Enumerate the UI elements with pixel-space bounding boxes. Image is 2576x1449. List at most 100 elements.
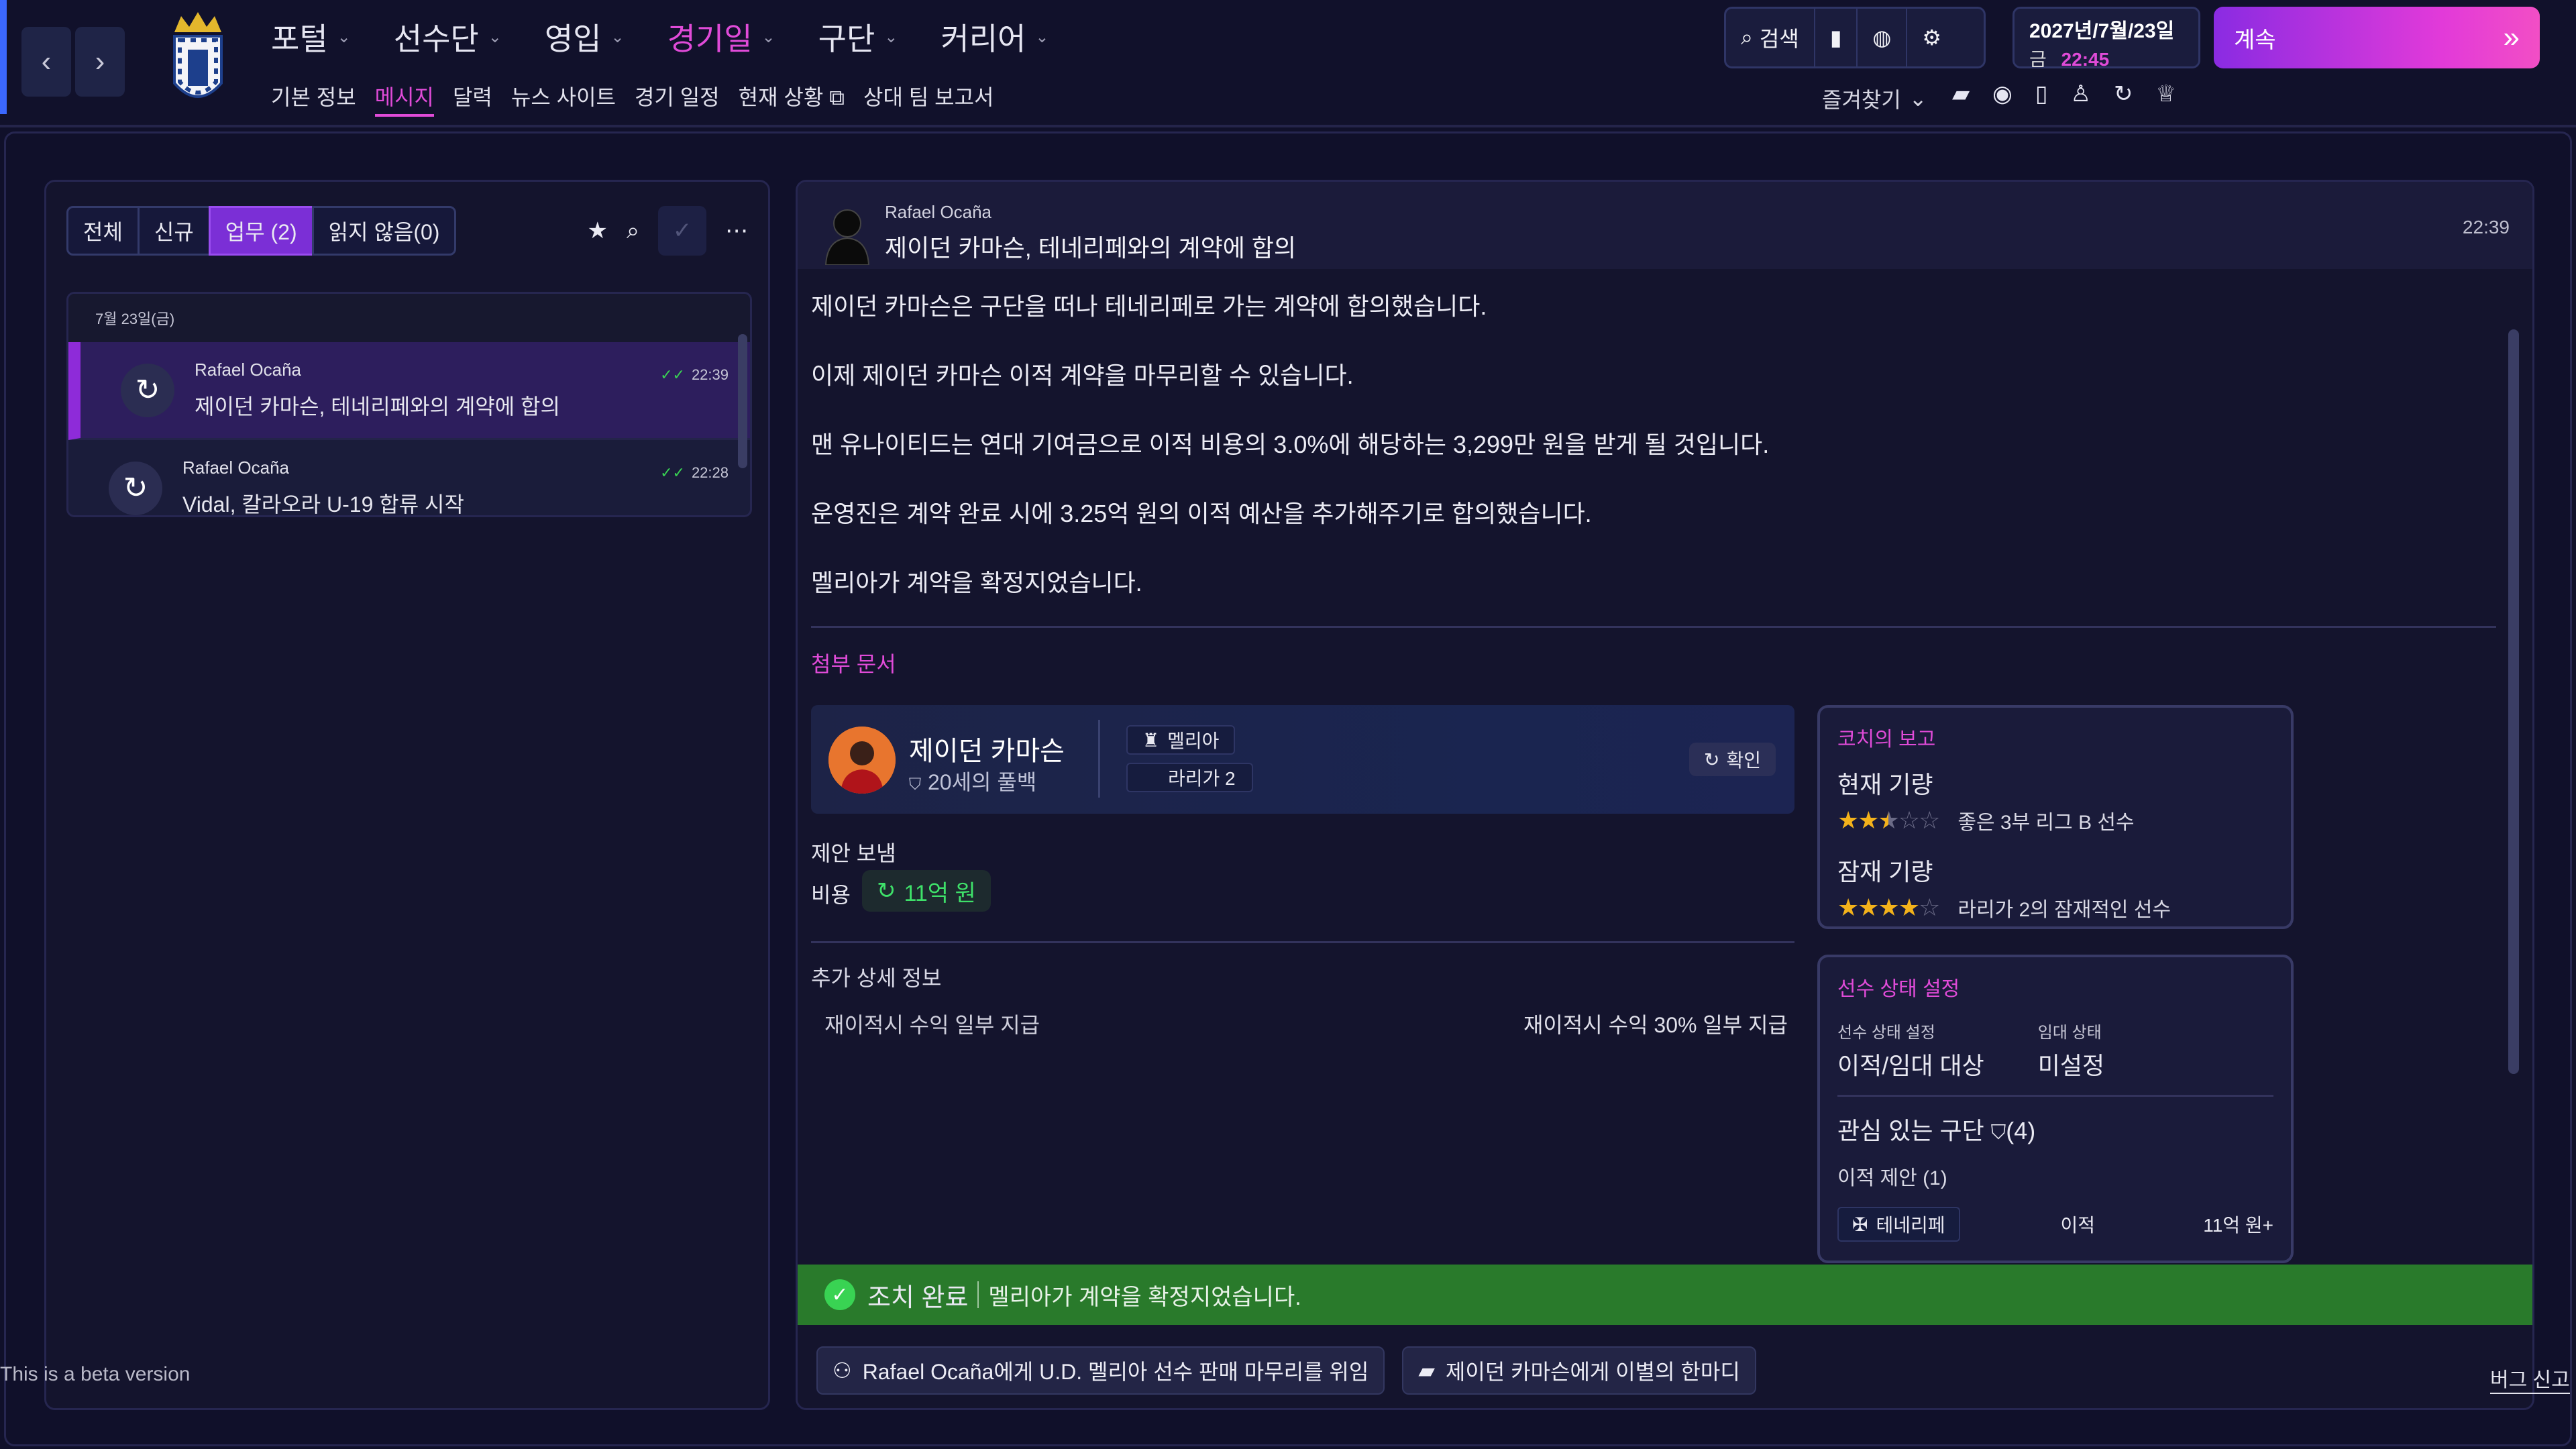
potential-ability-text: 라리가 2의 잠재적인 선수 bbox=[1957, 899, 2171, 921]
list-item[interactable]: ↻ Rafael Ocaña 제이던 카마슨, 테네리페와의 계약에 합의 ✓✓… bbox=[68, 342, 750, 440]
club-badge[interactable]: ♜ 멜리아 bbox=[1126, 725, 1236, 755]
sell-on-value: 재이적시 수익 30% 일부 지급 bbox=[1523, 1013, 1788, 1037]
external-link-icon: ⧉ bbox=[829, 85, 845, 109]
staff-icon[interactable]: ♙ bbox=[2071, 80, 2091, 107]
extra-details-title: 추가 상세 정보 bbox=[811, 966, 942, 990]
divider bbox=[811, 941, 1794, 943]
bug-report-link[interactable]: 버그 신고 bbox=[2490, 1363, 2570, 1394]
refresh-icon: ↻ bbox=[877, 878, 896, 904]
globe-icon: ◍ bbox=[1872, 25, 1892, 50]
favorites-dropdown[interactable]: 즐겨찾기 ⌄ bbox=[1822, 83, 1927, 114]
player-card[interactable]: 제이던 카마슨 ⛉ 20세의 풀백 ♜ 멜리아 라리가 2 ↻ 확인 bbox=[811, 705, 1794, 814]
settings-button[interactable]: ⚙ bbox=[1907, 9, 1956, 66]
date-line: 2027년/7월/23일 bbox=[2029, 20, 2175, 42]
accent-strip bbox=[0, 0, 7, 114]
forward-button[interactable]: › bbox=[75, 27, 125, 97]
menu-transfers[interactable]: 영입 ⌄ bbox=[545, 15, 625, 59]
notes-button[interactable]: ▮ bbox=[1815, 9, 1858, 66]
toolbox: ⌕ 검색 ▮ ◍ ⚙ bbox=[1724, 7, 1986, 68]
note-icon: ▮ bbox=[1829, 25, 1842, 50]
chevron-down-icon: ⌄ bbox=[1035, 28, 1049, 46]
beta-notice: This is a beta version bbox=[0, 1363, 191, 1385]
list-scrollbar[interactable] bbox=[738, 334, 747, 468]
document-icon[interactable]: ▯ bbox=[2035, 80, 2048, 107]
shirt-icon[interactable]: ◉ bbox=[1992, 80, 2012, 107]
divider bbox=[977, 1281, 979, 1308]
submenu-fixtures[interactable]: 경기 일정 bbox=[635, 80, 720, 117]
potential-ability-stars: ★★★★☆ bbox=[1837, 894, 1940, 921]
chevron-down-icon: ⌄ bbox=[610, 28, 625, 46]
action-buttons: ⚇ Rafael Ocaña에게 U.D. 멜리아 선수 판매 마무리를 위임 ▰… bbox=[816, 1346, 1756, 1395]
offer-row[interactable]: ✠ 테네리페 이적 11억 원+ bbox=[1837, 1207, 2273, 1242]
league-badge[interactable]: 라리가 2 bbox=[1126, 763, 1253, 792]
player-description: 20세의 풀백 bbox=[928, 770, 1037, 794]
submenu-news[interactable]: 뉴스 사이트 bbox=[511, 80, 616, 117]
star-icon[interactable]: ★ bbox=[587, 217, 607, 244]
chevron-down-icon: ⌄ bbox=[337, 28, 351, 46]
search-icon[interactable]: ⌕ bbox=[627, 218, 639, 244]
list-item[interactable]: ↻ Rafael Ocaña Vidal, 칼라오라 U-19 합류 시작 ✓✓… bbox=[68, 440, 750, 515]
chevron-down-icon: ⌄ bbox=[884, 28, 898, 46]
offer-club[interactable]: ✠ 테네리페 bbox=[1837, 1207, 1960, 1242]
transfer-offers-label: 이적 제안 (1) bbox=[1837, 1167, 1947, 1189]
clock-time: 22:45 bbox=[2061, 49, 2110, 70]
body-paragraph: 이제 제이던 카마슨 이적 계약을 마무리할 수 있습니다. bbox=[811, 362, 1354, 389]
confirm-button[interactable]: ↻ 확인 bbox=[1689, 743, 1776, 776]
coach-report-title: 코치의 보고 bbox=[1837, 729, 1936, 751]
message-view: Rafael Ocaña 제이던 카마슨, 테네리페와의 계약에 합의 22:3… bbox=[796, 180, 2534, 1410]
submenu-calendar[interactable]: 달력 bbox=[453, 80, 492, 117]
back-button[interactable]: ‹ bbox=[21, 27, 71, 97]
menu-squad[interactable]: 선수단 ⌄ bbox=[394, 15, 502, 59]
body-paragraph: 운영진은 계약 완료 시에 3.25억 원의 이적 예산을 추가해주기로 합의했… bbox=[811, 500, 1592, 527]
action-text: 멜리아가 계약을 확정지었습니다. bbox=[988, 1284, 1301, 1310]
interested-clubs[interactable]: 관심 있는 구단 ⛉(4) bbox=[1837, 1112, 2273, 1146]
menu-matchday[interactable]: 경기일 ⌄ bbox=[667, 15, 775, 59]
submenu-overview[interactable]: 기본 정보 bbox=[271, 80, 356, 117]
search-button[interactable]: ⌕ 검색 bbox=[1726, 9, 1815, 66]
player-status-title: 선수 상태 설정 bbox=[1837, 978, 1960, 1000]
main-menu: 포털 ⌄ 선수단 ⌄ 영입 ⌄ 경기일 ⌄ 구단 ⌄ 커리어 ⌄ bbox=[271, 15, 1049, 59]
submenu-messages[interactable]: 메시지 bbox=[374, 80, 434, 117]
club-logo[interactable] bbox=[161, 9, 235, 117]
date-display[interactable]: 2027년/7월/23일 금 22:45 bbox=[2012, 7, 2200, 70]
refresh-icon: ↻ bbox=[109, 461, 162, 515]
more-icon[interactable]: ⋯ bbox=[725, 217, 748, 244]
check-icon: ✓ bbox=[672, 218, 692, 244]
chat-icon[interactable]: ▰ bbox=[1952, 80, 1970, 107]
club-crest-icon: ✠ bbox=[1852, 1214, 1868, 1235]
tab-tasks[interactable]: 업무 (2) bbox=[208, 206, 314, 256]
delegate-sale-button[interactable]: ⚇ Rafael Ocaña에게 U.D. 멜리아 선수 판매 마무리를 위임 bbox=[816, 1346, 1385, 1395]
sender-avatar bbox=[824, 209, 870, 265]
message-time: 22:39 bbox=[2462, 217, 2510, 237]
action-done-label: 조치 완료 bbox=[867, 1283, 969, 1312]
tab-unread[interactable]: 읽지 않음(0) bbox=[311, 206, 457, 256]
trophy-icon[interactable]: ♕ bbox=[2156, 80, 2176, 107]
menu-career[interactable]: 커리어 ⌄ bbox=[941, 15, 1049, 59]
action-complete-bar: ✓ 조치 완료 멜리아가 계약을 확정지었습니다. bbox=[798, 1265, 2532, 1325]
inbox-tools: ★ ⌕ ✓ ⋯ bbox=[587, 206, 748, 256]
cost-label: 비용 bbox=[811, 883, 851, 907]
refresh-icon: ↻ bbox=[1704, 749, 1720, 770]
fast-forward-icon: » bbox=[2503, 21, 2520, 54]
content-scrollbar[interactable] bbox=[2508, 329, 2519, 1074]
tab-all[interactable]: 전체 bbox=[66, 206, 140, 256]
globe-button[interactable]: ◍ bbox=[1858, 9, 1908, 66]
weekday: 금 bbox=[2029, 49, 2047, 70]
farewell-message-button[interactable]: ▰ 제이던 카마슨에게 이별의 한마디 bbox=[1402, 1346, 1756, 1395]
inbox-filter-tabs: 전체 신규 업무 (2) 읽지 않음(0) bbox=[66, 206, 457, 256]
status-value[interactable]: 이적/임대 대상 bbox=[1837, 1046, 1984, 1081]
inbox-panel: 전체 신규 업무 (2) 읽지 않음(0) ★ ⌕ ✓ ⋯ 7월 23일(금) … bbox=[44, 180, 770, 1410]
menu-portal[interactable]: 포털 ⌄ bbox=[271, 15, 351, 59]
body-paragraph: 제이던 카마슨은 구단을 떠나 테네리페로 가는 계약에 합의했습니다. bbox=[811, 292, 1487, 320]
loan-status-value[interactable]: 미설정 bbox=[2038, 1046, 2104, 1081]
mark-read-button[interactable]: ✓ bbox=[658, 206, 706, 256]
tab-new[interactable]: 신규 bbox=[137, 206, 211, 256]
sub-menu: 기본 정보 메시지 달력 뉴스 사이트 경기 일정 현재 상황 ⧉ 상대 팀 보… bbox=[271, 80, 994, 117]
refresh-icon[interactable]: ↻ bbox=[2114, 80, 2133, 107]
submenu-status[interactable]: 현재 상황 ⧉ bbox=[739, 80, 845, 117]
menu-club[interactable]: 구단 ⌄ bbox=[818, 15, 898, 59]
continue-button[interactable]: 계속 » bbox=[2214, 7, 2540, 68]
body-paragraph: 멜리아가 계약을 확정지었습니다. bbox=[811, 569, 1142, 596]
submenu-opponent-report[interactable]: 상대 팀 보고서 bbox=[863, 80, 994, 117]
player-name[interactable]: 제이던 카마슨 bbox=[909, 729, 1065, 768]
